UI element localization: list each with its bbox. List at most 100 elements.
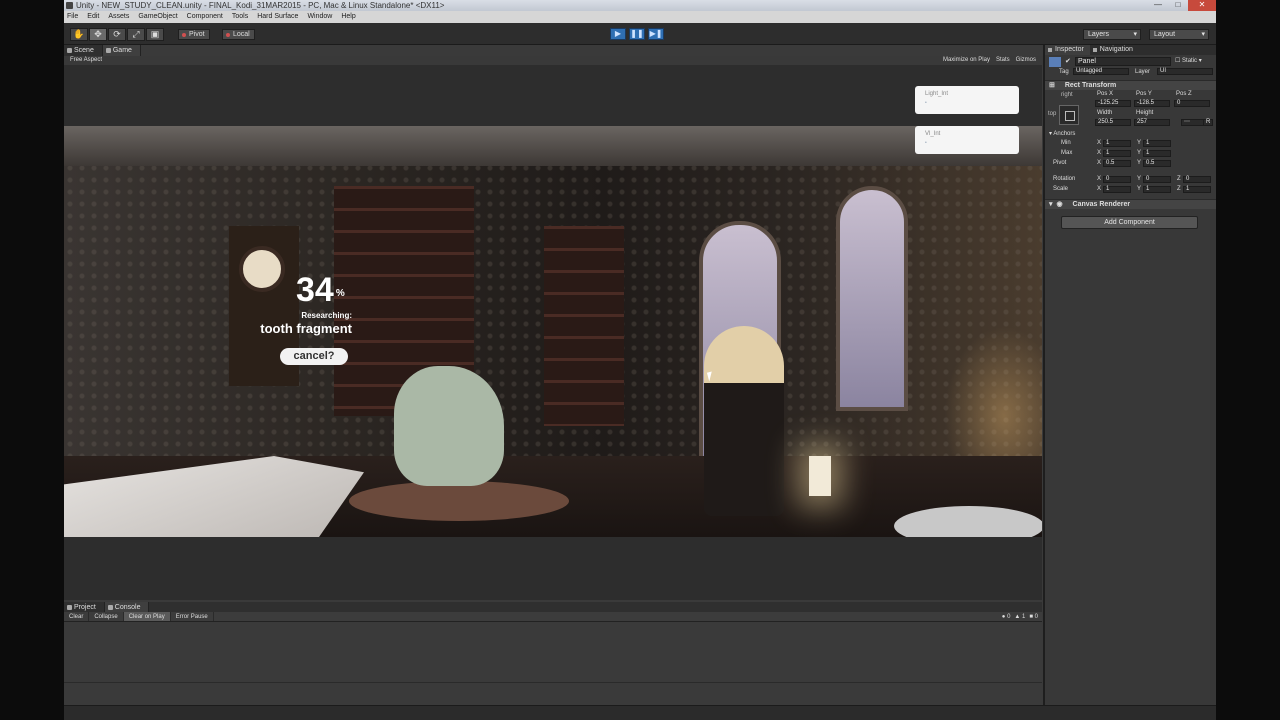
creature-character [394,366,504,486]
unity-logo-icon [66,2,73,9]
menu-bar: File Edit Assets GameObject Component To… [64,11,1216,23]
rotate-tool-icon[interactable]: ⟳ [108,28,126,41]
tag-dropdown[interactable]: Untagged [1073,68,1129,75]
scale-tool-icon[interactable]: ⤢ [127,28,145,41]
pivot-y-input[interactable]: 0.5 [1143,160,1171,167]
raw-edit-button[interactable]: R [1203,119,1213,126]
aspect-dropdown[interactable]: Free Aspect [70,56,102,65]
project-icon [67,605,72,610]
error-count[interactable]: ■ 0 [1029,612,1038,622]
width-label: Width [1097,110,1113,116]
pivot-toggle[interactable]: Pivot [178,29,210,40]
debug-vl-int-panel[interactable]: Vl_Int • [915,126,1019,154]
inspector-icon [1048,48,1052,52]
hand-tool-icon[interactable]: ✋ [70,28,88,41]
log-count[interactable]: ● 0 [1002,612,1011,622]
rotation-x-input[interactable]: 0 [1103,176,1131,183]
tab-console-label: Console [114,604,141,611]
anchor-min-y-input[interactable]: 1 [1143,140,1171,147]
console-collapse-button[interactable]: Collapse [89,612,124,621]
pos-z-input[interactable]: 0 [1174,100,1210,107]
debug-vl-int-slider[interactable]: • [925,140,1019,146]
cancel-button[interactable]: cancel? [280,348,348,365]
play-button[interactable]: ▶ [610,28,626,40]
tab-game[interactable]: Game [102,45,141,56]
rotation-y-label: Y [1137,176,1142,182]
console-error-pause-toggle[interactable]: Error Pause [171,612,214,621]
move-tool-icon[interactable]: ✥ [89,28,107,41]
menu-gameobject[interactable]: GameObject [138,11,177,23]
menu-window[interactable]: Window [307,11,332,23]
rotation-z-input[interactable]: 0 [1183,176,1211,183]
maximize-button[interactable]: □ [1168,0,1188,11]
canvas-renderer-header[interactable]: ▾ ◉ Canvas Renderer [1045,199,1216,209]
layer-label: Layer [1135,69,1151,75]
main-toolbar: ✋ ✥ ⟳ ⤢ ▣ Pivot Local ▶ ❚❚ ▶❚ Layers Lay… [64,23,1216,45]
local-label: Local [233,31,250,38]
layout-dropdown[interactable]: Layout [1149,29,1209,40]
local-icon [226,33,230,37]
rect-transform-icon: ⊞ [1049,82,1055,89]
rect-transform-header[interactable]: ⊞ Rect Transform [1045,80,1216,90]
gizmos-dropdown[interactable]: Gizmos [1016,56,1036,65]
pivot-x-input[interactable]: 0.5 [1103,160,1131,167]
static-toggle[interactable]: ☐ Static ▾ [1175,57,1202,64]
anchor-min-x-input[interactable]: 1 [1103,140,1131,147]
menu-help[interactable]: Help [341,11,355,23]
anchor-max-x-input[interactable]: 1 [1103,150,1131,157]
width-input[interactable]: 250.5 [1095,119,1131,126]
height-input[interactable]: 257 [1134,119,1170,126]
anchor-min-label: Min [1061,140,1071,146]
debug-light-int-slider[interactable]: • [925,100,1019,106]
anchor-preset-button[interactable] [1059,105,1079,125]
maximize-on-play-toggle[interactable]: Maximize on Play [943,56,990,65]
scale-z-input[interactable]: 1 [1183,186,1211,193]
menu-component[interactable]: Component [187,11,223,23]
game-icon [105,48,111,53]
height-label: Height [1136,110,1154,116]
game-view[interactable]: 34% Researching: tooth fragment cancel? … [64,65,1042,600]
console-clear-on-play-toggle[interactable]: Clear on Play [123,612,171,621]
tab-navigation-label: Navigation [1099,46,1133,53]
rect-tool-icon[interactable]: ▣ [146,28,164,41]
tab-scene[interactable]: Scene [64,45,103,56]
layers-dropdown[interactable]: Layers [1083,29,1141,40]
menu-assets[interactable]: Assets [108,11,129,23]
candle [809,456,831,496]
local-toggle[interactable]: Local [222,29,255,40]
tab-navigation[interactable]: Navigation [1090,45,1139,55]
anchor-max-y-input[interactable]: 1 [1143,150,1171,157]
game-render[interactable] [64,126,1042,537]
pos-y-input[interactable]: -128.5 [1134,100,1170,107]
console-tabs: Project Console [64,602,1042,613]
close-button[interactable]: ✕ [1188,0,1216,11]
pos-x-input[interactable]: -125.25 [1095,100,1131,107]
console-log-area[interactable] [64,623,1042,683]
anchor-preset-label: right [1061,92,1073,98]
menu-tools[interactable]: Tools [232,11,248,23]
stats-toggle[interactable]: Stats [996,56,1010,65]
debug-light-int-panel[interactable]: Light_Int • [915,86,1019,114]
minimize-button[interactable]: — [1148,0,1168,11]
pivot-label: Pivot [189,31,205,38]
anchors-foldout[interactable]: ▾ Anchors [1049,130,1075,137]
warning-count[interactable]: ▲ 1 [1014,612,1025,622]
object-name-input[interactable]: Panel [1075,57,1171,66]
layer-dropdown[interactable]: UI [1157,68,1213,75]
console-icon [107,605,113,610]
add-component-button[interactable]: Add Component [1061,216,1198,229]
rotation-y-input[interactable]: 0 [1143,176,1171,183]
step-button[interactable]: ▶❚ [648,28,664,40]
menu-edit[interactable]: Edit [87,11,99,23]
menu-hard-surface[interactable]: Hard Surface [257,11,298,23]
scale-x-input[interactable]: 1 [1103,186,1131,193]
tag-label: Tag [1059,69,1069,75]
right-window [836,186,908,411]
console-clear-button[interactable]: Clear [64,612,90,621]
tab-inspector[interactable]: Inspector [1045,45,1090,55]
active-checkbox[interactable]: ✔ [1065,57,1071,65]
rotation-label: Rotation [1053,176,1076,182]
scale-y-input[interactable]: 1 [1143,186,1171,193]
menu-file[interactable]: File [67,11,78,23]
pause-button[interactable]: ❚❚ [629,28,645,40]
